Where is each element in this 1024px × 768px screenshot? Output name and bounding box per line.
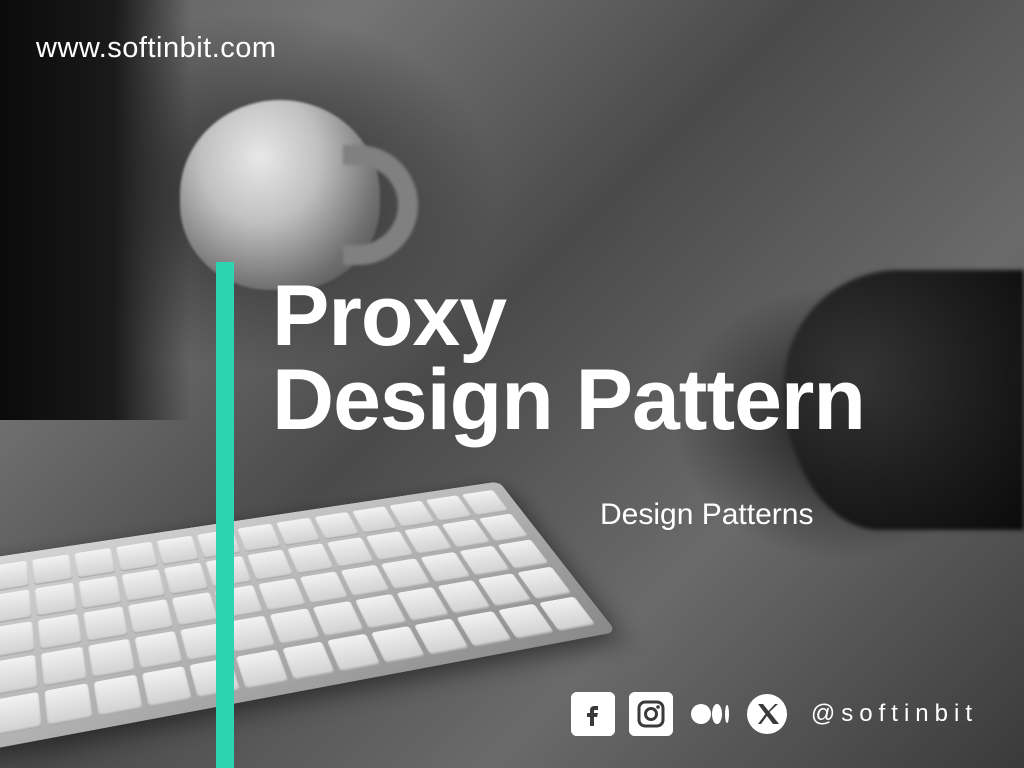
title-line-2: Design Pattern <box>272 358 865 442</box>
social-row: @softinbit <box>571 692 978 736</box>
x-icon[interactable] <box>745 692 789 736</box>
title-line-1: Proxy <box>272 274 865 358</box>
website-url: www.softinbit.com <box>36 32 277 65</box>
social-handle: @softinbit <box>811 700 978 728</box>
instagram-icon[interactable] <box>629 692 673 736</box>
medium-icon[interactable] <box>687 692 731 736</box>
accent-bar <box>216 262 234 768</box>
slide-title: Proxy Design Pattern <box>272 274 865 443</box>
facebook-icon[interactable] <box>571 692 615 736</box>
slide-subtitle: Design Patterns <box>600 498 813 532</box>
